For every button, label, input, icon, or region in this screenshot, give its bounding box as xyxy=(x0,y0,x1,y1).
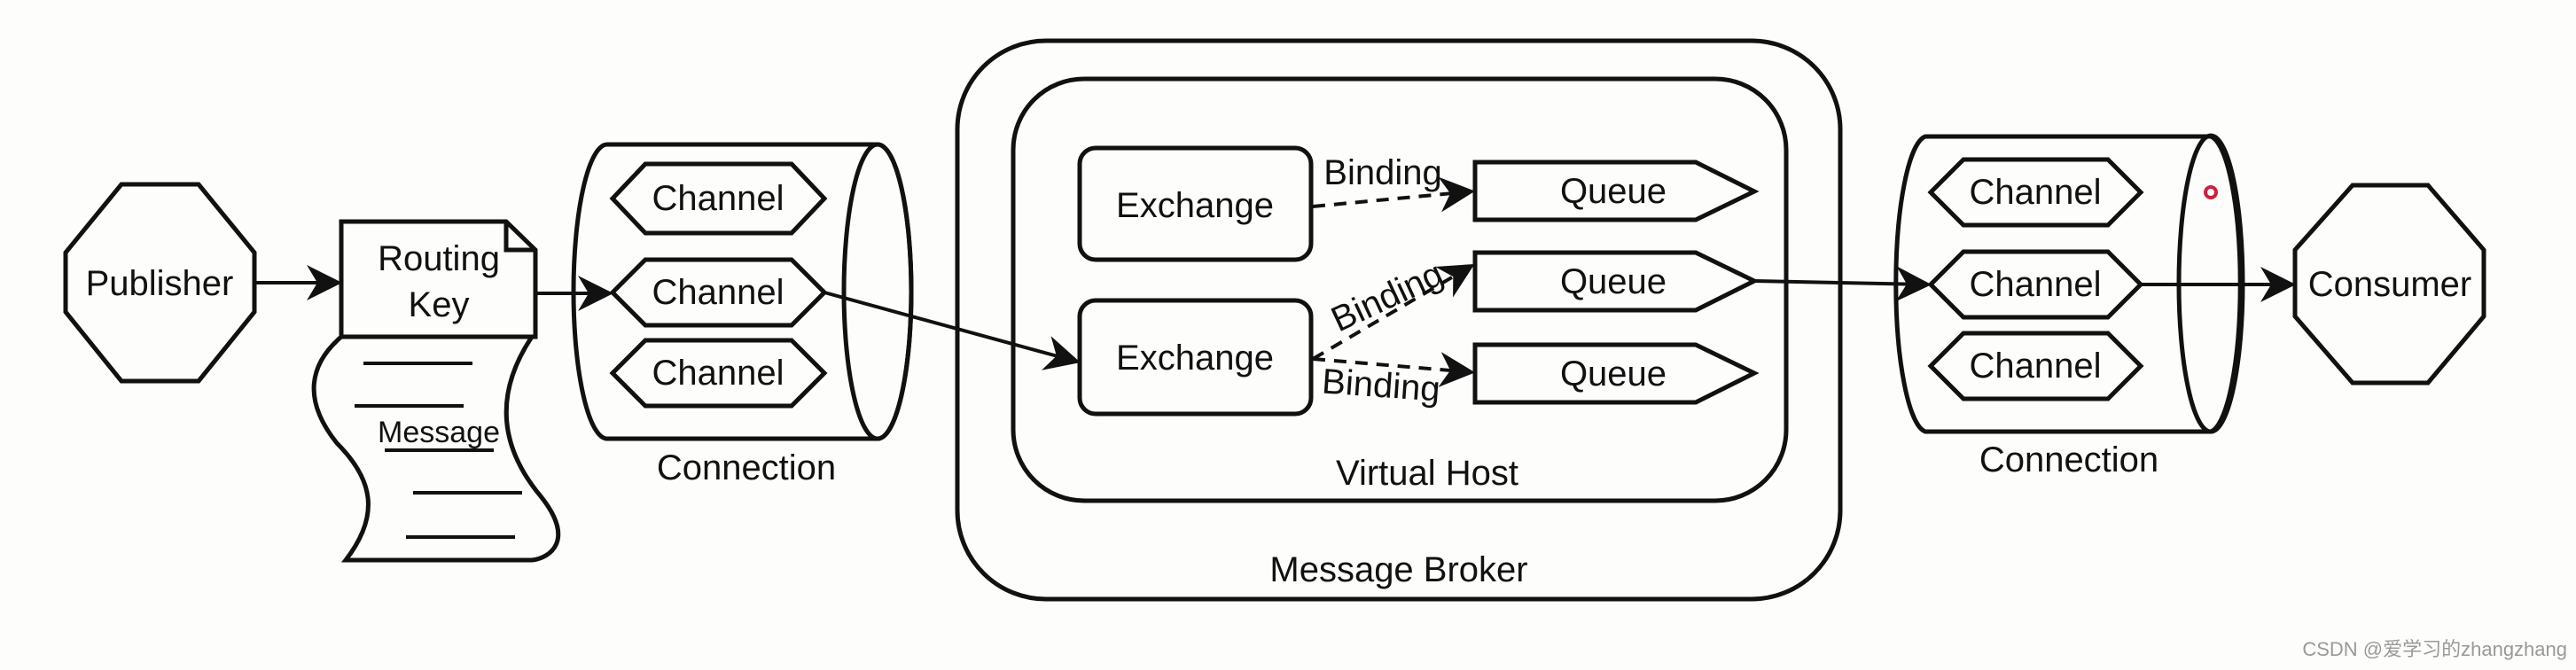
exchange-label: Exchange xyxy=(1116,186,1274,225)
channel-right-2: Channel xyxy=(1927,249,2144,320)
channel-label: Channel xyxy=(1969,265,2101,304)
channel-left-2: Channel xyxy=(609,257,828,328)
rabbitmq-architecture-diagram: Publisher Message Routing Key Channel Ch… xyxy=(63,38,2567,660)
connection-left: Channel Channel Channel Connection xyxy=(571,142,914,487)
exchange-2: Exchange xyxy=(1077,298,1314,417)
channel-label: Channel xyxy=(652,273,784,312)
channel-label: Channel xyxy=(652,354,784,393)
binding-arrow-1 xyxy=(1312,176,1475,213)
exchange-1: Exchange xyxy=(1077,145,1314,262)
binding-label-1: Binding xyxy=(1323,153,1441,192)
consumer-label: Consumer xyxy=(2308,265,2472,304)
connection-right-label: Connection xyxy=(1979,440,2158,479)
exchange-label: Exchange xyxy=(1116,339,1274,378)
channel-label: Channel xyxy=(1969,173,2101,212)
routing-key-label-line1: Routing xyxy=(378,239,500,278)
queue-1: Queue xyxy=(1472,160,1760,222)
channel-left-1: Channel xyxy=(609,161,828,236)
message-broker-label: Message Broker xyxy=(1269,550,1527,589)
consumer-node: Consumer xyxy=(2292,183,2486,386)
binding-label-2: Binding xyxy=(1325,254,1449,339)
message-label: Message xyxy=(378,416,500,449)
publisher-node: Publisher xyxy=(63,182,257,384)
watermark: CSDN @爱学习的zhangzhang xyxy=(2302,638,2567,660)
channel-right-1: Channel xyxy=(1927,157,2144,228)
queue-label: Queue xyxy=(1560,354,1667,393)
channel-label: Channel xyxy=(652,179,784,218)
routing-key-label-line2: Key xyxy=(409,285,470,324)
binding-label-3: Binding xyxy=(1321,362,1441,409)
channel-label: Channel xyxy=(1969,347,2101,386)
virtual-host-label: Virtual Host xyxy=(1336,454,1518,493)
message-tape: Message xyxy=(311,334,561,563)
channel-left-3: Channel xyxy=(609,338,828,409)
queue-label: Queue xyxy=(1560,172,1667,211)
publisher-label: Publisher xyxy=(86,264,234,303)
connection-right: Channel Channel Channel Connection xyxy=(1893,133,2245,479)
queue-2: Queue xyxy=(1472,250,1760,313)
channel-right-3: Channel xyxy=(1927,331,2144,401)
queue-3: Queue xyxy=(1472,342,1760,405)
queue-label: Queue xyxy=(1560,262,1667,301)
message-broker: Message Broker Virtual Host Exchange Exc… xyxy=(955,38,1843,602)
routing-key-document: Routing Key xyxy=(339,219,538,339)
connection-left-label: Connection xyxy=(657,448,836,487)
